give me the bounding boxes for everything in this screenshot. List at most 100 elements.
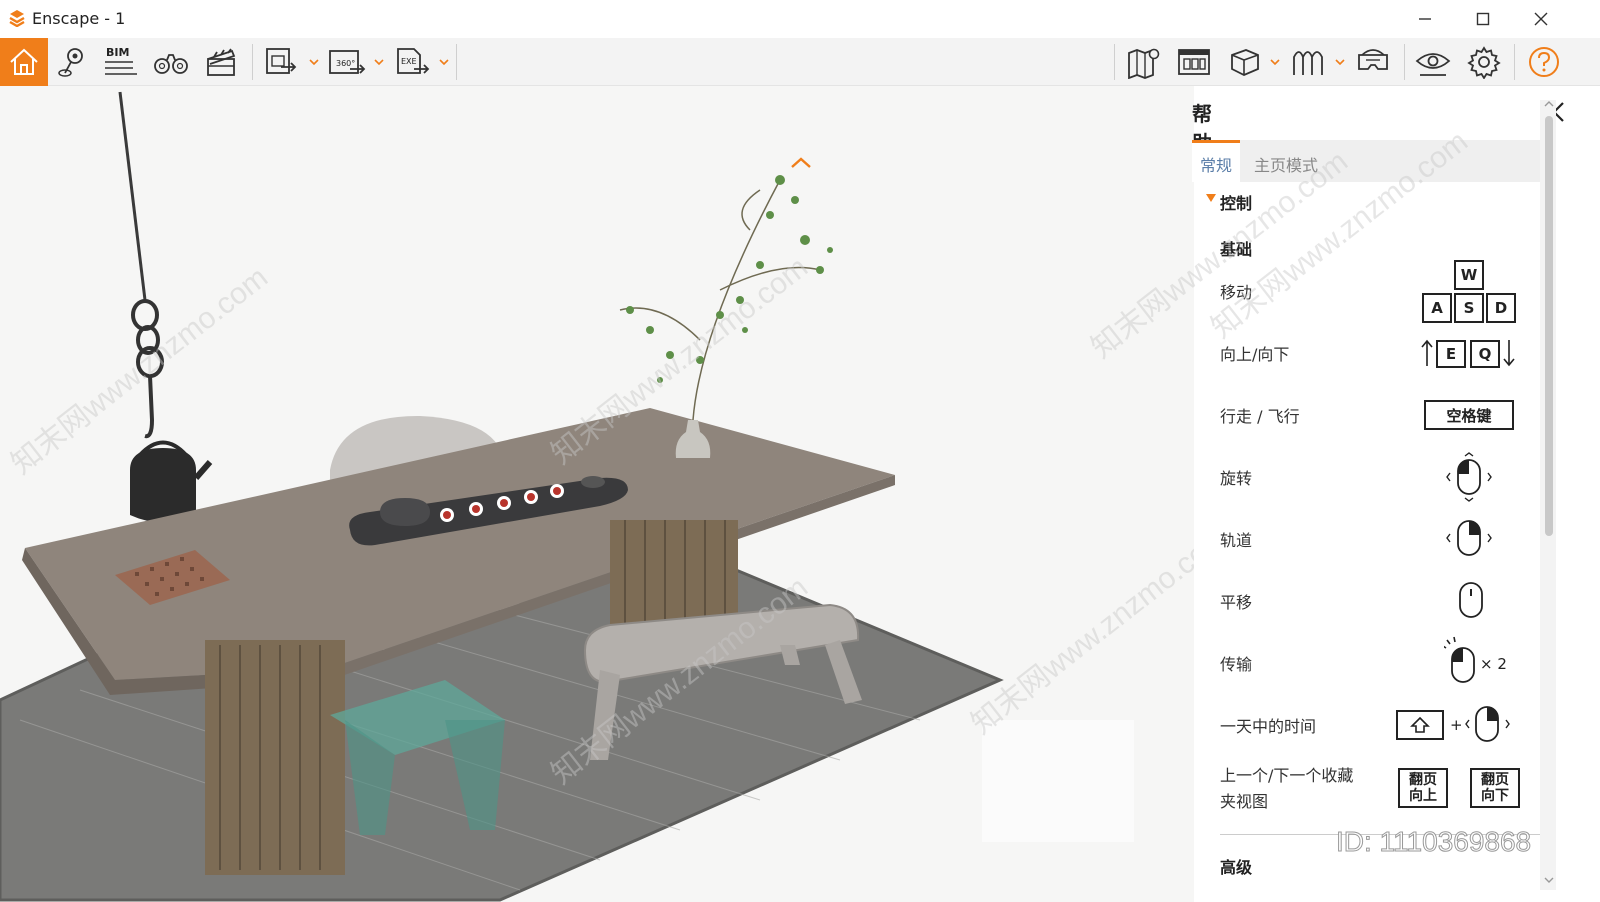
chevron-down-icon[interactable] [374, 58, 384, 66]
render-image-icon [266, 48, 297, 74]
maximize-icon [1476, 12, 1490, 26]
home-icon [10, 48, 38, 75]
plus-sign: + [1450, 716, 1463, 734]
section-advanced[interactable]: 高级 [1220, 854, 1252, 878]
scroll-down-icon[interactable] [1544, 876, 1554, 884]
panel-gap [1194, 86, 1218, 902]
maximize-button[interactable] [1458, 4, 1508, 34]
enscape-logo-icon [9, 10, 25, 27]
map-icon [1128, 48, 1160, 79]
toolbar-separator [1114, 44, 1115, 80]
triangle-down-icon [1206, 194, 1216, 202]
export-exe-icon: EXE [397, 48, 430, 74]
key-e: E [1436, 340, 1466, 368]
help-button[interactable] [1524, 42, 1564, 82]
panorama-button[interactable]: 360° [326, 42, 366, 82]
cube-icon [1231, 49, 1259, 76]
export-exe-button[interactable]: EXE [392, 42, 432, 82]
panorama-label: 360° [336, 59, 355, 68]
section-controls-label: 控制 [1220, 194, 1253, 213]
home-button[interactable] [0, 38, 48, 86]
toolbar-separator [1404, 44, 1405, 80]
key-page-down: 翻页 向下 [1470, 768, 1520, 808]
exe-label: EXE [401, 57, 417, 66]
chevron-down-icon[interactable] [1335, 58, 1345, 66]
binoculars-icon [154, 54, 188, 74]
key-shift [1396, 710, 1444, 740]
row-label-time-of-day: 一天中的时间 [1220, 717, 1317, 736]
row-label-walkfly: 行走 / 飞行 [1220, 407, 1300, 426]
mouse-right-drag-icon [1446, 520, 1492, 556]
toolbar-separator [1514, 44, 1515, 80]
map-pin-icon [58, 48, 83, 77]
key-page-down-line1: 翻页 [1481, 772, 1509, 788]
minimize-button[interactable] [1400, 4, 1450, 34]
key-w: W [1454, 260, 1484, 290]
mouse-left-drag-icon [1446, 452, 1492, 502]
close-window-button[interactable] [1516, 4, 1566, 34]
key-q: Q [1470, 340, 1500, 368]
section-controls[interactable]: 控制 [1206, 190, 1253, 214]
help-content: 控制 基础 移动 W A S D 向上/向下 E Q 行走 / 飞行 空格键 旋… [1206, 86, 1550, 902]
chevron-down-icon[interactable] [309, 58, 319, 66]
eye-icon [1415, 53, 1451, 76]
row-label-pan: 平移 [1220, 593, 1253, 612]
atmosphere-button[interactable] [1288, 42, 1328, 82]
help-circle-icon [1529, 47, 1559, 77]
toolbar-separator [252, 44, 253, 80]
bim-label: BIM [106, 46, 129, 59]
visual-settings-button[interactable] [1412, 42, 1454, 82]
row-label-updown: 向上/向下 [1220, 345, 1290, 364]
key-page-down-line2: 向下 [1481, 788, 1509, 804]
scene-render-image [0, 91, 1134, 902]
vr-headset-button[interactable] [1352, 42, 1394, 82]
screenshot-button[interactable] [262, 42, 300, 82]
title-bar: Enscape - 1 [0, 0, 1600, 38]
settings-button[interactable] [1464, 42, 1504, 82]
key-spacebar: 空格键 [1424, 400, 1514, 430]
location-pin-button[interactable] [54, 42, 90, 82]
row-label-bookmarks: 上一个/下一个收藏 夹视图 [1220, 763, 1390, 815]
bim-icon: BIM [105, 46, 137, 75]
double-click-multiplier: × 2 [1480, 655, 1507, 673]
key-page-up-line2: 向上 [1409, 788, 1437, 804]
clapperboard-icon [207, 48, 236, 76]
key-d: D [1486, 293, 1516, 323]
row-label-teleport: 传输 [1220, 655, 1253, 674]
scroll-up-icon[interactable] [1544, 100, 1554, 108]
mouse-middle-icon [1459, 582, 1483, 618]
key-s: S [1454, 293, 1484, 323]
bim-button[interactable]: BIM [102, 42, 140, 82]
asset-library-icon [1178, 49, 1210, 75]
arrow-up-icon [1421, 339, 1433, 366]
row-label-bookmarks-line1: 上一个/下一个收藏 [1220, 766, 1354, 785]
close-icon [1534, 12, 1548, 26]
row-label-rotate: 旋转 [1220, 469, 1253, 488]
mouse-double-click-icon [1444, 636, 1475, 683]
key-page-up: 翻页 向上 [1398, 768, 1448, 808]
toolbar-separator [456, 44, 457, 80]
key-a: A [1422, 293, 1452, 323]
render-viewport[interactable]: 知末网www.znzmo.com 知末网www.znzmo.com 知末网www… [0, 86, 1218, 902]
arrow-down-icon [1503, 340, 1515, 367]
panorama-360-icon: 360° [329, 50, 366, 74]
asset-library-button[interactable] [1174, 42, 1214, 82]
gear-icon [1467, 46, 1501, 79]
vr-headset-icon [1358, 49, 1388, 70]
objects-button[interactable] [1224, 42, 1264, 82]
minimize-icon [1419, 18, 1431, 20]
views-button[interactable] [152, 42, 190, 82]
mouse-right-drag-icon [1465, 706, 1510, 742]
window-title: Enscape - 1 [32, 9, 126, 28]
subsection-basic: 基础 [1220, 240, 1253, 259]
map-view-button[interactable] [1124, 42, 1164, 82]
scrollbar-thumb[interactable] [1545, 116, 1553, 536]
row-label-move: 移动 [1220, 283, 1253, 302]
atmosphere-icon [1293, 51, 1323, 75]
main-toolbar: BIM 360° EXE [0, 38, 1600, 86]
row-label-orbit: 轨道 [1220, 531, 1253, 550]
chevron-down-icon[interactable] [439, 58, 449, 66]
chevron-down-icon[interactable] [1270, 58, 1280, 66]
shift-arrow-icon [1410, 716, 1430, 733]
video-editor-button[interactable] [202, 42, 240, 82]
